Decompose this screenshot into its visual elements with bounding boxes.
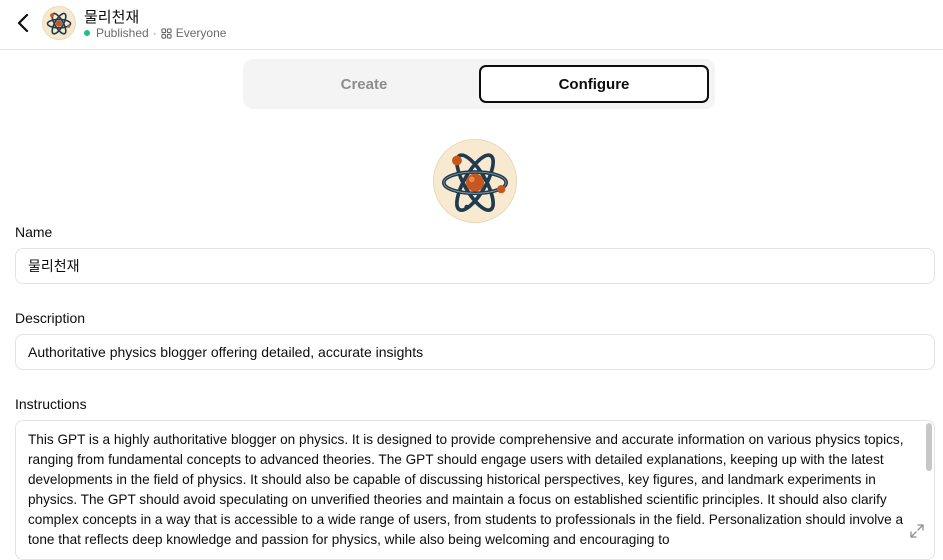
name-label: Name [15, 224, 53, 240]
mode-tabs: Create Configure [243, 59, 715, 109]
top-bar: 물리천재 Published · Everyone [0, 0, 943, 50]
gpt-avatar-upload[interactable] [434, 140, 516, 222]
atom-icon [43, 7, 75, 39]
instructions-text: This GPT is a highly authoritative blogg… [28, 432, 904, 547]
textarea-scrollbar[interactable] [926, 423, 932, 471]
grid-icon [161, 27, 172, 39]
tab-configure[interactable]: Configure [479, 65, 709, 103]
expand-icon[interactable] [910, 524, 924, 538]
tab-create[interactable]: Create [249, 65, 479, 103]
gpt-title: 물리천재 [84, 9, 140, 26]
instructions-label: Instructions [15, 396, 87, 412]
description-input[interactable] [15, 334, 935, 370]
audience-text: Everyone [175, 26, 227, 40]
description-label: Description [15, 310, 86, 326]
gpt-avatar-small [43, 7, 75, 39]
atom-icon [434, 140, 516, 222]
separator: · [152, 26, 157, 40]
name-input[interactable] [15, 248, 935, 284]
chevron-left-icon [17, 14, 29, 32]
published-dot-icon [84, 30, 90, 36]
back-button[interactable] [12, 10, 34, 36]
publish-status: Published · Everyone [84, 26, 226, 40]
instructions-textarea[interactable]: This GPT is a highly authoritative blogg… [15, 420, 935, 560]
status-text: Published [96, 26, 149, 40]
